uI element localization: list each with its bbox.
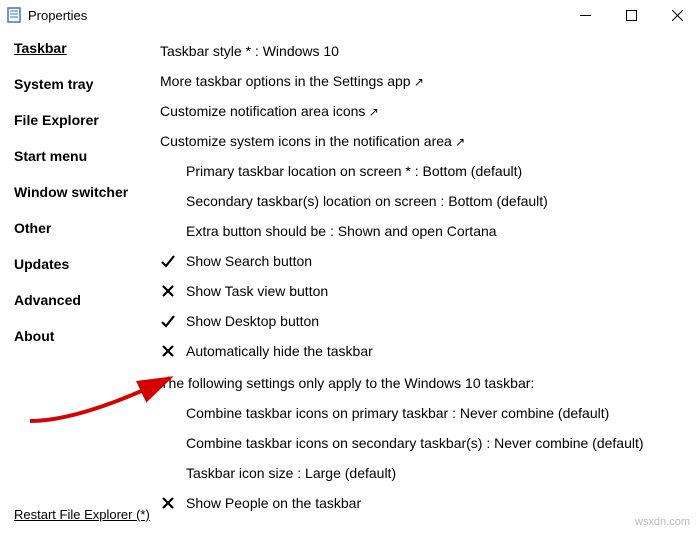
titlebar: Properties xyxy=(0,0,700,30)
setting-label: Automatically hide the taskbar xyxy=(186,343,373,359)
nav-item-system-tray[interactable]: System tray xyxy=(14,76,160,92)
setting-row[interactable]: Customize notification area icons xyxy=(160,96,700,126)
nav-item-file-explorer[interactable]: File Explorer xyxy=(14,112,160,128)
maximize-button[interactable] xyxy=(608,0,654,30)
setting-row[interactable]: Customize system icons in the notificati… xyxy=(160,126,700,156)
sidebar: Taskbar System tray File Explorer Start men… xyxy=(14,34,160,534)
close-button[interactable] xyxy=(654,0,700,30)
setting-row[interactable]: Primary taskbar location on screen * : B… xyxy=(160,156,700,186)
setting-label: Show People on the taskbar xyxy=(186,495,361,511)
nav-item-other[interactable]: Other xyxy=(14,220,160,236)
setting-label: Extra button should be : Shown and open … xyxy=(186,223,497,239)
setting-label: Show Desktop button xyxy=(186,313,319,329)
section-heading: The following settings only apply to the… xyxy=(160,375,534,391)
setting-label: Show Search button xyxy=(186,253,312,269)
setting-row[interactable]: Combine taskbar icons on primary taskbar… xyxy=(160,398,700,428)
x-icon xyxy=(160,283,176,299)
setting-row[interactable]: Taskbar style * : Windows 10 xyxy=(160,36,700,66)
setting-label: Combine taskbar icons on secondary taskb… xyxy=(186,435,644,451)
setting-row[interactable]: Secondary taskbar(s) location on screen … xyxy=(160,186,700,216)
check-icon xyxy=(160,253,176,269)
setting-label: Show Task view button xyxy=(186,283,328,299)
setting-row[interactable]: Taskbar icon size : Large (default) xyxy=(160,458,700,488)
setting-label: Taskbar style * : Windows 10 xyxy=(160,43,339,59)
setting-label: Taskbar icon size : Large (default) xyxy=(186,465,396,481)
nav-item-updates[interactable]: Updates xyxy=(14,256,160,272)
minimize-button[interactable] xyxy=(562,0,608,30)
setting-row[interactable]: Show Desktop button xyxy=(160,306,700,336)
restart-explorer-link[interactable]: Restart File Explorer (*) xyxy=(14,507,150,522)
nav-item-window-switcher[interactable]: Window switcher xyxy=(14,184,160,200)
setting-row[interactable]: Show Task view button xyxy=(160,276,700,306)
setting-row[interactable]: Show Search button xyxy=(160,246,700,276)
setting-label: Secondary taskbar(s) location on screen … xyxy=(186,193,548,209)
main-panel: Taskbar style * : Windows 10 More taskbar… xyxy=(160,34,700,534)
setting-label: Primary taskbar location on screen * : B… xyxy=(186,163,522,179)
nav-item-taskbar[interactable]: Taskbar xyxy=(14,40,160,56)
setting-row[interactable]: Show People on the taskbar xyxy=(160,488,700,518)
setting-link[interactable]: More taskbar options in the Settings app xyxy=(160,73,424,89)
nav-item-advanced[interactable]: Advanced xyxy=(14,292,160,308)
setting-row[interactable]: Combine taskbar icons on secondary taskb… xyxy=(160,428,700,458)
setting-row[interactable]: Extra button should be : Shown and open … xyxy=(160,216,700,246)
app-icon xyxy=(6,7,22,23)
setting-label: Combine taskbar icons on primary taskbar… xyxy=(186,405,609,421)
window-controls xyxy=(562,0,700,30)
x-icon xyxy=(160,495,176,511)
window-title: Properties xyxy=(28,8,87,23)
nav-item-start-menu[interactable]: Start menu xyxy=(14,148,160,164)
setting-row[interactable]: Automatically hide the taskbar xyxy=(160,336,700,366)
watermark: wsxdn.com xyxy=(635,516,690,528)
setting-row[interactable]: More taskbar options in the Settings app xyxy=(160,66,700,96)
setting-link[interactable]: Customize system icons in the notificati… xyxy=(160,133,465,149)
check-icon xyxy=(160,313,176,329)
setting-link[interactable]: Customize notification area icons xyxy=(160,103,379,119)
nav-item-about[interactable]: About xyxy=(14,328,160,344)
x-icon xyxy=(160,343,176,359)
setting-row: The following settings only apply to the… xyxy=(160,368,700,398)
